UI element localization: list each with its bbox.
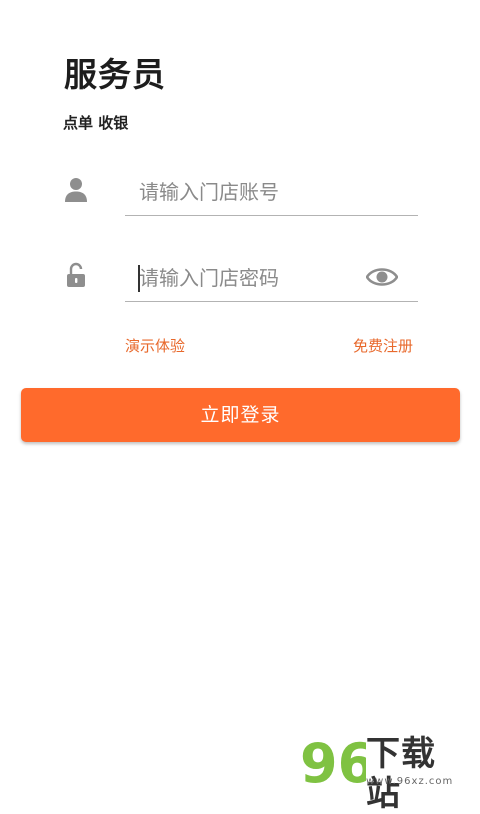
login-button[interactable]: 立即登录 xyxy=(21,388,460,442)
password-input[interactable] xyxy=(139,261,359,295)
watermark-url: www.96xz.com xyxy=(366,776,454,787)
app-title: 服务员 xyxy=(64,55,166,94)
watermark: 96 下载站 www.96xz.com xyxy=(300,730,470,814)
unlock-icon xyxy=(67,262,85,287)
eye-icon[interactable] xyxy=(366,265,398,289)
text-caret xyxy=(138,265,140,292)
account-input[interactable] xyxy=(139,175,359,209)
password-field[interactable] xyxy=(125,257,418,302)
watermark-name: 下载站 xyxy=(366,734,436,814)
register-link[interactable]: 免费注册 xyxy=(353,335,413,356)
demo-link[interactable]: 演示体验 xyxy=(125,335,185,356)
site-logo-icon: 96 xyxy=(300,732,366,790)
user-icon xyxy=(65,178,87,202)
app-subtitle: 点单 收银 xyxy=(63,114,129,132)
logo-number: 96 xyxy=(300,732,366,790)
account-field[interactable] xyxy=(125,171,418,216)
